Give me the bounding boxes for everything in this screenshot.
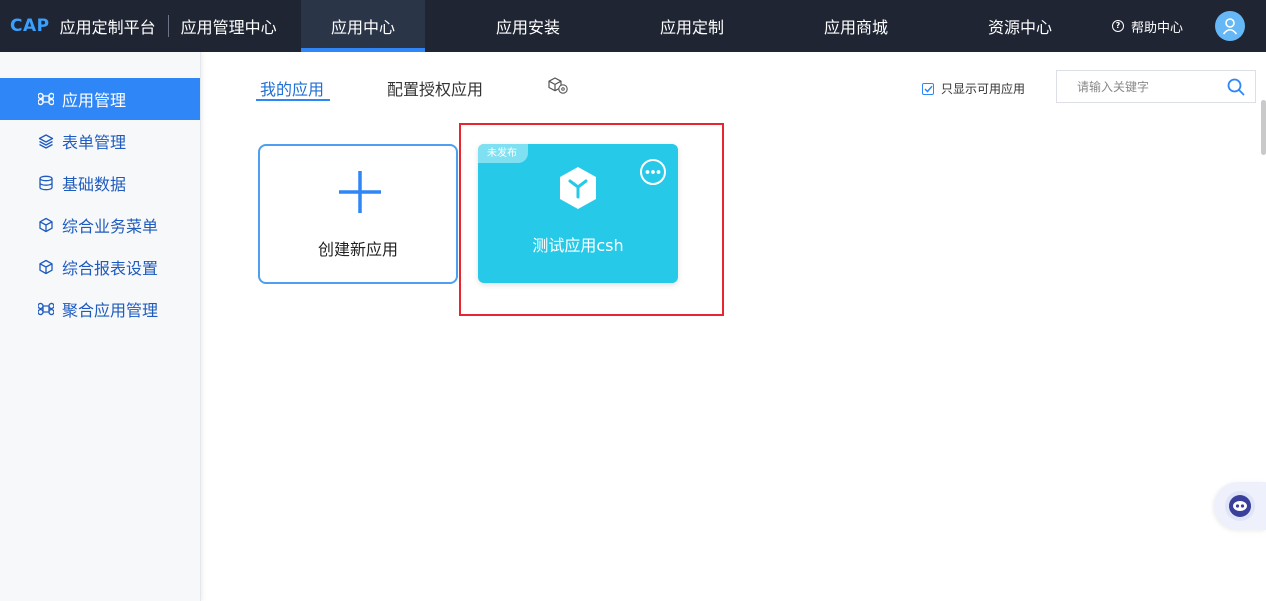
sidebar-item-aggregate-apps[interactable]: 聚合应用管理	[0, 288, 200, 330]
more-options-icon[interactable]	[639, 158, 667, 186]
nav-resource-center[interactable]: 资源中心	[959, 0, 1081, 52]
help-label: 帮助中心	[1131, 20, 1184, 36]
platform-title: 应用定制平台	[59, 18, 156, 37]
brand-divider	[167, 15, 169, 37]
sidebar-item-basic-data[interactable]: 基础数据	[0, 162, 200, 204]
sidebar-item-label: 聚合应用管理	[62, 301, 159, 320]
nav-app-center[interactable]: 应用中心	[301, 0, 425, 52]
box-icon	[39, 259, 53, 275]
nav-app-store[interactable]: 应用商城	[753, 0, 959, 52]
search-icon[interactable]	[1227, 78, 1245, 96]
app-cube-icon	[560, 167, 596, 209]
top-bar: CAP 应用定制平台 应用管理中心 应用中心 应用安装 应用定制 应用商城 资源…	[0, 0, 1266, 52]
available-only-checkbox[interactable]	[922, 82, 934, 95]
main-nav: 应用中心 应用安装 应用定制 应用商城 资源中心	[301, 0, 1081, 52]
sidebar-item-label: 综合报表设置	[62, 259, 159, 278]
tab-active-indicator	[256, 99, 330, 101]
assistant-icon	[1225, 491, 1255, 521]
help-center-link[interactable]: ? 帮助中心	[1112, 0, 1183, 52]
app-name: 测试应用csh	[532, 236, 624, 255]
create-app-card[interactable]: 创建新应用	[258, 144, 458, 284]
sidebar-item-label: 表单管理	[62, 133, 127, 152]
sidebar-item-report-settings[interactable]: 综合报表设置	[0, 246, 200, 288]
sidebar-item-label: 应用管理	[62, 91, 127, 110]
scrollbar[interactable]	[1261, 100, 1266, 155]
brand-logo: CAP	[10, 16, 50, 36]
box-settings-icon[interactable]	[546, 76, 572, 96]
brand: CAP 应用定制平台 应用管理中心	[0, 0, 300, 52]
database-icon	[39, 175, 53, 191]
tab-my-apps[interactable]: 我的应用	[260, 76, 324, 100]
center-title: 应用管理中心	[180, 18, 277, 37]
nav-app-custom[interactable]: 应用定制	[631, 0, 753, 52]
assistant-button[interactable]	[1214, 482, 1266, 530]
status-badge: 未发布	[478, 144, 528, 163]
sidebar-item-form-management[interactable]: 表单管理	[0, 120, 200, 162]
search-input[interactable]	[1077, 71, 1237, 102]
filter-label: 只显示可用应用	[941, 82, 1026, 96]
sidebar-item-app-management[interactable]: 应用管理	[0, 78, 200, 120]
tab-authorized-apps[interactable]: 配置授权应用	[387, 76, 483, 100]
app-card[interactable]: 未发布 测试应用csh	[478, 144, 678, 283]
sidebar-item-business-menu[interactable]: 综合业务菜单	[0, 204, 200, 246]
nav-app-install[interactable]: 应用安装	[425, 0, 631, 52]
layers-icon	[38, 134, 54, 149]
box-icon	[39, 217, 53, 233]
avatar[interactable]	[1215, 11, 1245, 41]
create-app-label: 创建新应用	[317, 240, 398, 259]
command-icon	[38, 92, 54, 106]
available-only-filter[interactable]: 只显示可用应用	[922, 80, 1025, 97]
plus-icon	[339, 171, 381, 213]
sidebar: 应用管理 表单管理 基础数据 综合业务菜单 综合报表设置 聚合应用管理	[0, 52, 201, 601]
search-box	[1056, 70, 1256, 103]
sidebar-item-label: 基础数据	[62, 175, 127, 194]
check-icon	[923, 85, 933, 93]
command-icon	[38, 302, 54, 316]
help-icon: ?	[1112, 20, 1124, 32]
sidebar-item-label: 综合业务菜单	[62, 217, 159, 236]
user-icon	[1222, 18, 1238, 35]
